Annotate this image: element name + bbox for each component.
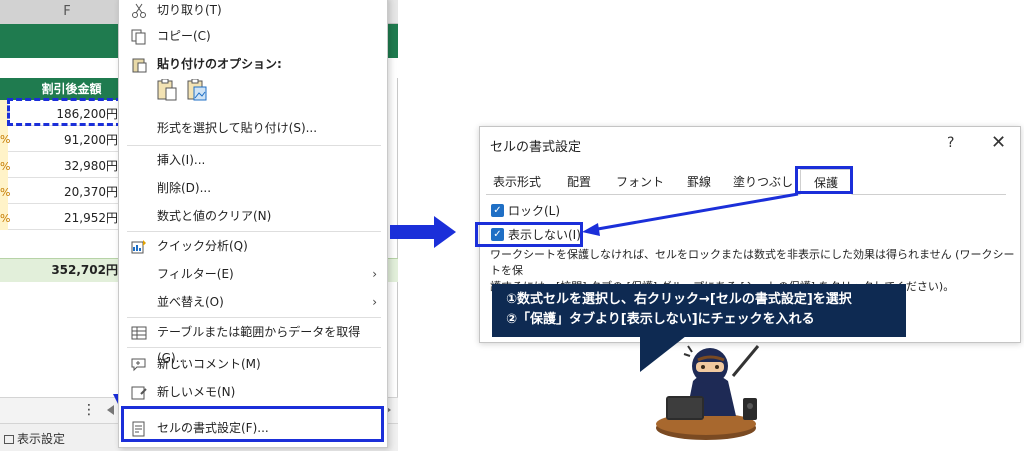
lock-checkbox[interactable]: ✓ [491,204,504,217]
discounted-amount-header-cell[interactable]: 割引後金額 [0,78,135,100]
menu-item-paste-options: 貼り付けのオプション: [119,51,389,77]
menu-item-new-comment[interactable]: 新しいコメント(M) [119,351,389,377]
lock-label[interactable]: ロック(L) [508,202,560,219]
ninja-mascot-illustration [656,345,760,440]
close-icon[interactable]: ✕ [991,132,1006,153]
menu-item-get-data[interactable]: テーブルまたは範囲からデータを取得(G)... [119,319,389,365]
menu-item-copy[interactable]: コピー(C) [119,23,389,49]
sheet-view-icon [4,435,14,444]
chevron-right-icon: › [372,295,377,309]
menu-item-delete[interactable]: 削除(D)... [119,175,389,201]
table-icon [131,324,147,340]
selected-cell-highlight [7,98,122,126]
menu-item-quick-analysis[interactable]: クイック分析(Q) [119,233,389,259]
total-cell[interactable]: 352,702円 [8,258,120,282]
chevron-right-icon: › [372,267,377,281]
copy-icon [131,28,147,45]
format-cells-highlight [121,406,384,442]
arrow-head [434,216,456,248]
context-menu: 切り取り(T) コピー(C) 貼り付けのオプション: 形式を選択して貼り付け(S… [118,0,388,448]
tab-fill[interactable]: 塗りつぶし [730,169,796,195]
arrow-right-icon [390,225,436,239]
comment-icon [131,356,147,372]
menu-item-clear[interactable]: 数式と値のクリア(N) [119,203,389,229]
paste-icon [131,56,147,73]
cell-value[interactable]: 20,370円 [8,180,120,204]
more-options-icon[interactable]: ⋮ [82,402,96,418]
scroll-left-icon[interactable] [107,405,114,415]
menu-item-filter[interactable]: フィルター(E) › [119,261,389,287]
scissors-icon [131,2,147,18]
cell-value[interactable]: 32,980円 [8,154,120,178]
quick-analysis-icon [131,238,147,254]
help-icon[interactable]: ? [947,135,954,151]
column-f-header[interactable]: F [0,0,135,24]
tab-font[interactable]: フォント [610,169,670,195]
menu-item-sort[interactable]: 並べ替え(O) › [119,289,389,315]
cell-value[interactable]: 91,200円 [8,128,120,152]
protection-tab-highlight [795,166,853,194]
menu-item-paste-special[interactable]: 形式を選択して貼り付け(S)... [119,115,389,141]
paste-picture-icon[interactable] [187,78,207,101]
tab-alignment[interactable]: 配置 [554,169,604,195]
cell-value[interactable]: 21,952円 [8,206,120,230]
hidden-checkbox-highlight [475,222,583,247]
note-icon [131,384,147,400]
menu-item-cut[interactable]: 切り取り(T) [119,0,389,23]
menu-item-insert[interactable]: 挿入(I)... [119,147,389,173]
sheet-tab[interactable]: 表示設定 [4,430,65,447]
instruction-callout: ①数式セルを選択し、右クリック→[セルの書式設定]を選択 ②「保護」タブより[表… [492,284,906,337]
tab-number[interactable]: 表示形式 [486,169,548,195]
paste-clipboard-icon[interactable] [157,78,177,101]
dialog-title: セルの書式設定 [490,140,582,155]
dialog-tabs: 表示形式 配置 フォント 罫線 塗りつぶし 保護 [486,169,1006,195]
tab-border[interactable]: 罫線 [674,169,724,195]
menu-item-new-note[interactable]: 新しいメモ(N) [119,379,389,405]
